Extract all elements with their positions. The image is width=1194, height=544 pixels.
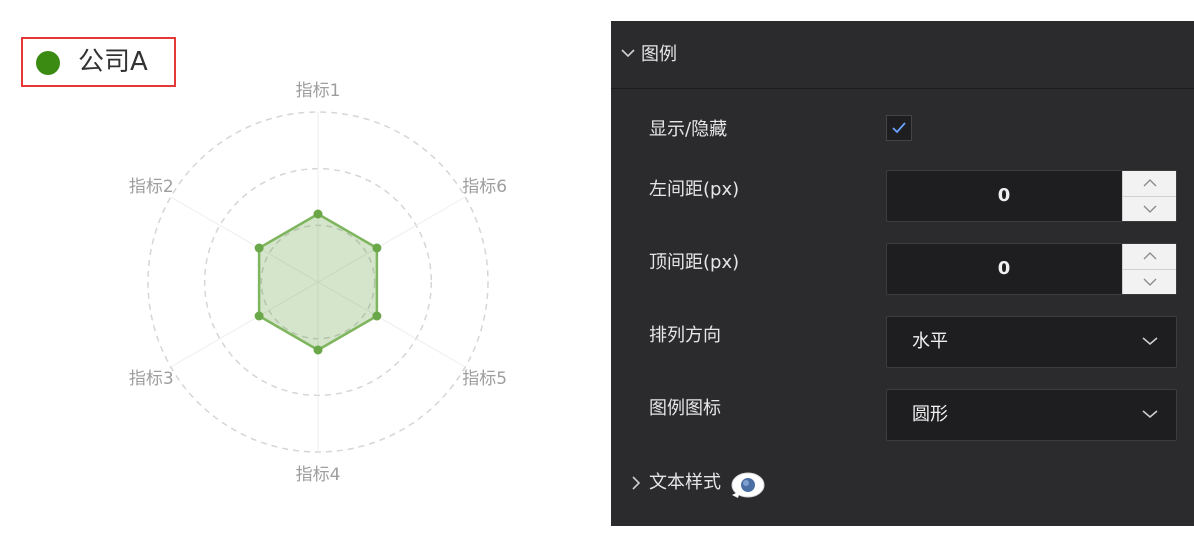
left-margin-input[interactable]: 0 xyxy=(886,170,1177,222)
legend-settings-panel: 图例 显示/隐藏 左间距(px) 0 顶间距(px) 0 排列方向 水平 图例图… xyxy=(611,21,1194,526)
chevron-down-icon xyxy=(621,49,635,58)
chevron-up-icon xyxy=(1143,179,1157,187)
speech-bubble-icon xyxy=(731,472,765,498)
chevron-down-icon xyxy=(1143,278,1157,286)
show-hide-checkbox[interactable] xyxy=(886,115,912,141)
direction-label: 排列方向 xyxy=(649,325,721,346)
radar-data-point xyxy=(372,311,382,321)
left-margin-stepper[interactable] xyxy=(1122,171,1176,221)
radar-axis-label: 指标5 xyxy=(462,369,507,389)
left-margin-decrement-button[interactable] xyxy=(1123,196,1176,221)
chevron-down-icon xyxy=(1143,205,1157,213)
checkmark-icon xyxy=(892,122,906,134)
top-margin-decrement-button[interactable] xyxy=(1123,269,1176,294)
chevron-up-icon xyxy=(1143,252,1157,260)
chevron-down-icon xyxy=(1142,410,1158,419)
radar-axis-label: 指标4 xyxy=(296,465,341,485)
text-style-label: 文本样式 xyxy=(649,472,721,493)
left-margin-increment-button[interactable] xyxy=(1123,171,1176,197)
legend-circle-icon[interactable] xyxy=(36,51,60,75)
top-margin-increment-button[interactable] xyxy=(1123,244,1176,270)
radar-data-point xyxy=(372,243,382,253)
legend-label[interactable]: 公司A xyxy=(78,44,148,80)
radar-data-point xyxy=(313,209,323,219)
chevron-right-icon xyxy=(632,476,640,490)
legend-icon-label: 图例图标 xyxy=(649,398,721,419)
section-header-text-style[interactable]: 文本样式 xyxy=(611,463,1194,503)
left-margin-label: 左间距(px) xyxy=(649,179,740,200)
radar-axis-label: 指标6 xyxy=(462,177,507,197)
radar-data-point xyxy=(313,345,323,355)
legend-icon-select[interactable]: 圆形 xyxy=(886,389,1177,441)
section-title: 图例 xyxy=(641,44,677,65)
direction-select[interactable]: 水平 xyxy=(886,316,1177,368)
top-margin-stepper[interactable] xyxy=(1122,244,1176,294)
radar-data-point xyxy=(254,311,264,321)
radar-axis-label: 指标1 xyxy=(296,81,341,101)
radar-chart-area: 指标1 指标6 指标5 指标4 指标3 指标2 公司A xyxy=(0,0,600,544)
radar-axis-label: 指标2 xyxy=(129,177,174,197)
top-margin-input[interactable]: 0 xyxy=(886,243,1177,295)
direction-select-value: 水平 xyxy=(912,331,948,352)
show-hide-label: 显示/隐藏 xyxy=(649,119,728,140)
top-margin-value[interactable]: 0 xyxy=(887,244,1121,294)
legend-icon-select-value: 圆形 xyxy=(912,404,948,425)
section-header-legend[interactable]: 图例 xyxy=(611,21,1194,89)
radar-series-area xyxy=(257,212,379,352)
radar-data-point xyxy=(254,243,264,253)
left-margin-value[interactable]: 0 xyxy=(887,171,1121,221)
radar-axis-label: 指标3 xyxy=(129,369,174,389)
top-margin-label: 顶间距(px) xyxy=(649,252,740,273)
chevron-down-icon xyxy=(1142,337,1158,346)
